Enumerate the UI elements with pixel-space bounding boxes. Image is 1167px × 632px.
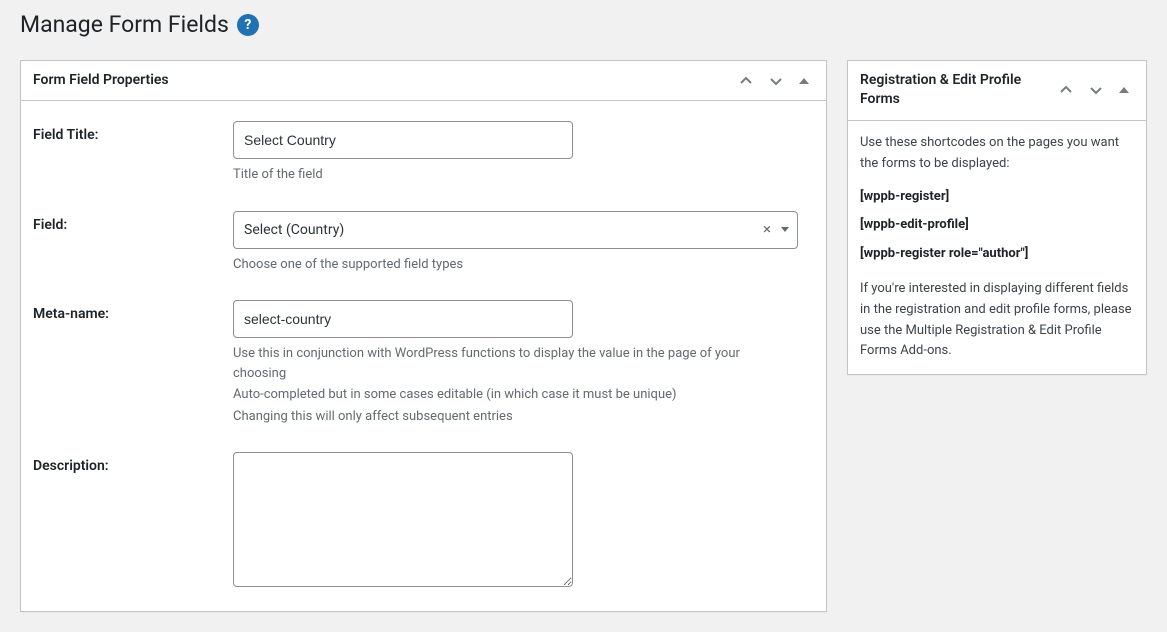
postbox-title: Form Field Properties xyxy=(33,61,169,101)
meta-name-input[interactable] xyxy=(233,300,573,338)
move-down-button[interactable] xyxy=(764,70,788,92)
shortcode: [wppb-register] xyxy=(860,187,1134,208)
help-meta-name-2: Auto-completed but in some cases editabl… xyxy=(233,385,793,405)
label-meta-name: Meta-name: xyxy=(33,300,233,322)
label-field-type: Field: xyxy=(33,211,233,233)
clear-icon[interactable]: × xyxy=(763,222,771,237)
sidebar-move-down-button[interactable] xyxy=(1084,79,1108,101)
help-meta-name-1: Use this in conjunction with WordPress f… xyxy=(233,344,793,383)
postbox-actions xyxy=(734,70,814,92)
move-up-button[interactable] xyxy=(734,70,758,92)
sidebar-intro: Use these shortcodes on the pages you wa… xyxy=(860,133,1134,175)
sidebar-footer: If you're interested in displaying diffe… xyxy=(860,279,1134,362)
page-header: Manage Form Fields ? xyxy=(20,10,1147,40)
shortcode: [wppb-edit-profile] xyxy=(860,215,1134,236)
sidebar-postbox-header: Registration & Edit Profile Forms xyxy=(848,61,1146,121)
help-meta-name-3: Changing this will only affect subsequen… xyxy=(233,407,793,427)
field-title-input[interactable] xyxy=(233,121,573,159)
field-type-select[interactable]: Select (Country) × xyxy=(233,211,798,249)
registration-forms-box: Registration & Edit Profile Forms xyxy=(847,60,1147,375)
caret-down-icon xyxy=(781,227,789,232)
help-field-type: Choose one of the supported field types xyxy=(233,255,793,275)
triangle-up-icon xyxy=(798,75,810,87)
help-field-title: Title of the field xyxy=(233,165,793,185)
toggle-panel-button[interactable] xyxy=(794,71,814,91)
label-field-title: Field Title: xyxy=(33,121,233,143)
chevron-up-icon xyxy=(1058,83,1074,97)
row-field-type: Field: Select (Country) × Choose one of … xyxy=(33,211,814,275)
label-description: Description: xyxy=(33,452,233,474)
sidebar-postbox-title: Registration & Edit Profile Forms xyxy=(860,61,1050,120)
help-icon[interactable]: ? xyxy=(237,14,259,36)
description-textarea[interactable] xyxy=(233,452,573,587)
sidebar-postbox-actions xyxy=(1054,79,1134,101)
chevron-down-icon xyxy=(768,74,784,88)
sidebar-move-up-button[interactable] xyxy=(1054,79,1078,101)
chevron-down-icon xyxy=(1088,83,1104,97)
form-field-properties-box: Form Field Properties xyxy=(20,60,827,613)
postbox-header: Form Field Properties xyxy=(21,61,826,102)
sidebar-toggle-panel-button[interactable] xyxy=(1114,80,1134,100)
field-type-value: Select (Country) xyxy=(244,216,763,244)
shortcode: [wppb-register role="author"] xyxy=(860,244,1134,265)
row-field-title: Field Title: Title of the field xyxy=(33,121,814,185)
page-title: Manage Form Fields xyxy=(20,10,229,40)
chevron-up-icon xyxy=(738,74,754,88)
row-description: Description: xyxy=(33,452,814,591)
triangle-up-icon xyxy=(1118,84,1130,96)
row-meta-name: Meta-name: Use this in conjunction with … xyxy=(33,300,814,426)
